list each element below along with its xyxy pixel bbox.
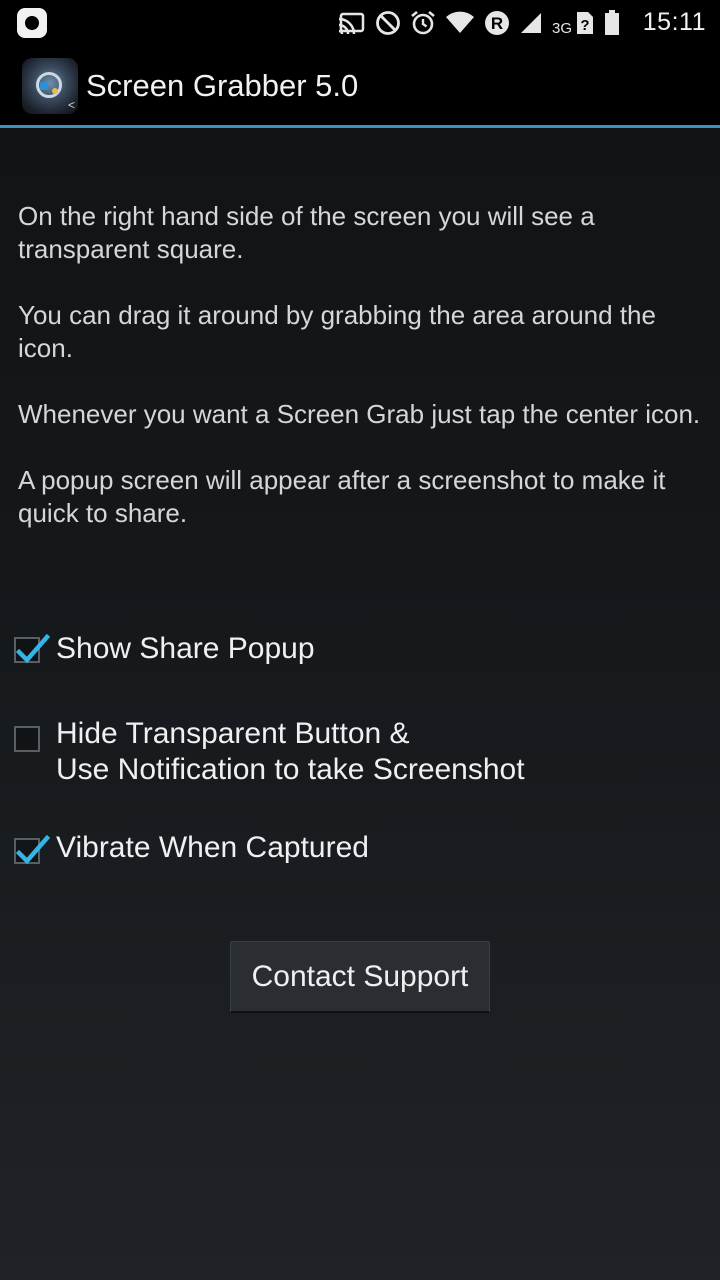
cast-icon <box>338 12 365 35</box>
hide-transparent-button-checkbox[interactable] <box>14 726 40 752</box>
signal-icon <box>520 13 541 33</box>
hide-transparent-button-option[interactable]: Hide Transparent Button & Use Notificati… <box>14 716 525 788</box>
instruction-paragraph: Whenever you want a Screen Grab just tap… <box>18 399 701 429</box>
show-share-popup-checkbox[interactable] <box>14 633 50 664</box>
show-share-popup-option[interactable]: Show Share Popup <box>14 631 315 667</box>
status-bar: R 3G ? 15:11 <box>0 0 720 46</box>
status-icons: R 3G ? <box>338 9 620 37</box>
app-title: Screen Grabber 5.0 <box>86 68 359 103</box>
checkmark-icon <box>16 633 50 664</box>
instructions-text: On the right hand side of the screen you… <box>18 200 708 563</box>
action-bar-divider <box>0 125 720 128</box>
battery-icon <box>605 10 619 35</box>
hide-transparent-button-label-line1: Hide Transparent Button & <box>56 717 410 750</box>
action-bar: < Screen Grabber 5.0 <box>0 46 720 126</box>
wifi-icon <box>445 11 474 33</box>
network-type-label: 3G <box>551 19 572 37</box>
show-share-popup-label: Show Share Popup <box>56 632 315 665</box>
svg-text:?: ? <box>580 17 589 34</box>
instruction-paragraph: On the right hand side of the screen you… <box>18 201 595 264</box>
vibrate-when-captured-checkbox[interactable] <box>14 834 50 865</box>
instruction-paragraph: A popup screen will appear after a scree… <box>18 465 666 528</box>
alarm-icon <box>411 10 435 35</box>
vibrate-when-captured-option[interactable]: Vibrate When Captured <box>14 830 369 866</box>
app-notification-icon <box>17 8 47 38</box>
contact-support-button[interactable]: Contact Support <box>230 941 490 1013</box>
vibrate-when-captured-label: Vibrate When Captured <box>56 831 369 864</box>
roaming-icon: R <box>484 11 509 35</box>
svg-text:R: R <box>491 14 503 33</box>
do-not-disturb-icon <box>376 11 400 35</box>
hide-transparent-button-label-line2: Use Notification to take Screenshot <box>56 753 525 786</box>
hide-transparent-button-label: Hide Transparent Button & Use Notificati… <box>56 716 525 788</box>
unknown-sim-icon: ? <box>577 12 593 34</box>
screen-grabber-app-icon: < <box>22 58 78 114</box>
instruction-paragraph: You can drag it around by grabbing the a… <box>18 300 656 363</box>
checkmark-icon <box>16 834 50 865</box>
status-time: 15:11 <box>642 8 706 36</box>
